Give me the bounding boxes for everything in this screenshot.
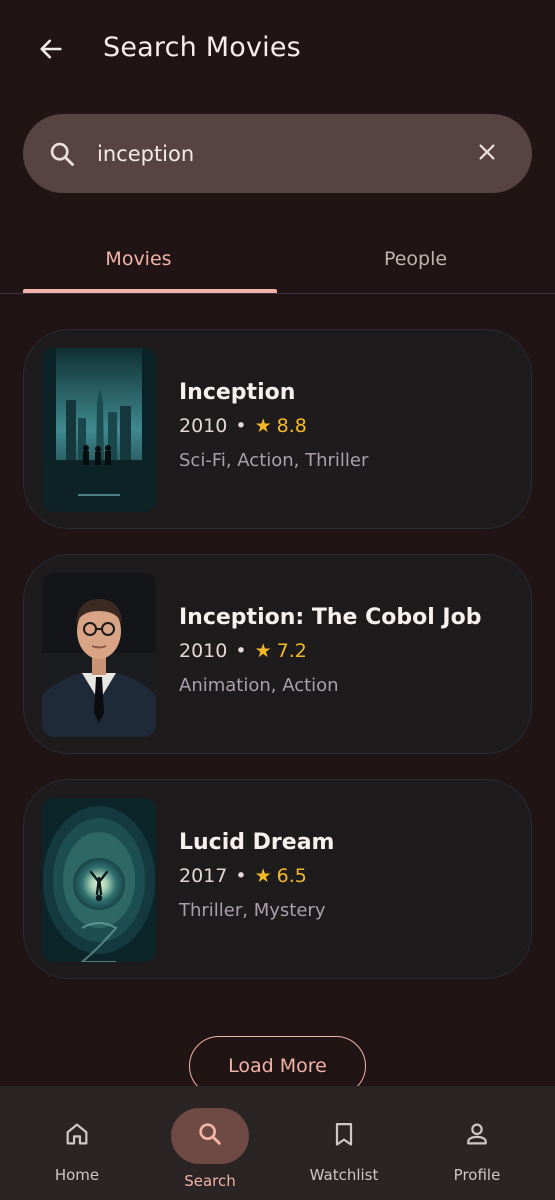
falling-figure-tunnel-poster — [42, 798, 156, 962]
clear-search-button[interactable] — [472, 139, 502, 169]
search-input[interactable] — [97, 132, 457, 176]
city-silhouette-poster — [42, 348, 156, 512]
nav-profile[interactable]: Profile — [408, 1086, 546, 1200]
nav-label: Watchlist — [309, 1166, 379, 1184]
nav-label: Profile — [453, 1166, 501, 1184]
movie-rating: 7.2 — [276, 640, 307, 662]
search-bar — [23, 114, 532, 193]
nav-icon-container — [305, 1108, 383, 1164]
movie-title: Inception — [179, 380, 296, 405]
active-tab-indicator — [23, 289, 277, 293]
movie-card-lucid-dream[interactable]: Lucid Dream 2017 • ★ 6.5 Thriller, Myste… — [23, 779, 532, 979]
nav-search[interactable]: Search — [141, 1086, 279, 1200]
movie-genres: Thriller, Mystery — [179, 900, 326, 921]
movie-card-inception[interactable]: Inception 2010 • ★ 8.8 Sci-Fi, Action, T… — [23, 329, 532, 529]
back-button[interactable] — [30, 30, 72, 72]
nav-label: Search — [184, 1172, 236, 1190]
bottom-navigation: Home Search Watchlist Profile — [0, 1086, 555, 1200]
movie-meta: 2017 • ★ 6.5 — [179, 865, 334, 887]
home-icon — [63, 1120, 91, 1152]
nav-icon-container — [171, 1108, 249, 1164]
movie-info: Lucid Dream 2017 • ★ 6.5 Thriller, Myste… — [179, 830, 334, 921]
separator-dot: • — [235, 865, 247, 887]
movie-year: 2010 — [179, 640, 228, 662]
movie-info: Inception 2010 • ★ 8.8 Sci-Fi, Action, T… — [179, 380, 368, 471]
separator-dot: • — [235, 640, 247, 662]
arrow-left-icon — [37, 35, 65, 67]
movie-meta: 2010 • ★ 7.2 — [179, 640, 481, 662]
star-icon: ★ — [254, 640, 272, 662]
search-icon — [48, 140, 76, 168]
tab-movies-label: Movies — [105, 247, 172, 270]
bookmark-icon — [330, 1120, 358, 1152]
nav-icon-container — [38, 1108, 116, 1164]
nav-label: Home — [54, 1166, 100, 1184]
man-portrait-poster — [42, 573, 156, 737]
movie-genres: Sci-Fi, Action, Thriller — [179, 450, 369, 471]
search-tabs: Movies People — [0, 224, 555, 294]
close-icon — [476, 141, 498, 167]
star-icon: ★ — [254, 865, 272, 887]
tab-people[interactable]: People — [277, 224, 554, 293]
movie-title: Inception: The Cobol Job — [179, 605, 482, 630]
movie-card-cobol-job[interactable]: Inception: The Cobol Job 2010 • ★ 7.2 An… — [23, 554, 532, 754]
search-movies-screen: Search Movies Movies People — [0, 0, 555, 1200]
tab-people-label: People — [383, 247, 448, 270]
nav-icon-container — [438, 1108, 516, 1164]
movie-meta: 2010 • ★ 8.8 — [179, 415, 368, 437]
star-icon: ★ — [254, 415, 272, 437]
separator-dot: • — [235, 415, 247, 437]
movie-year: 2010 — [179, 415, 228, 437]
top-app-bar: Search Movies — [0, 0, 555, 104]
movie-year: 2017 — [179, 865, 228, 887]
movie-title: Lucid Dream — [179, 830, 335, 855]
search-icon — [196, 1120, 224, 1152]
movie-info: Inception: The Cobol Job 2010 • ★ 7.2 An… — [179, 605, 481, 696]
person-icon — [463, 1120, 491, 1152]
nav-home[interactable]: Home — [8, 1086, 146, 1200]
tab-movies[interactable]: Movies — [0, 224, 277, 293]
movie-genres: Animation, Action — [179, 675, 339, 696]
page-title: Search Movies — [103, 32, 301, 63]
nav-watchlist[interactable]: Watchlist — [275, 1086, 413, 1200]
movie-rating: 6.5 — [276, 865, 307, 887]
movie-rating: 8.8 — [276, 415, 307, 437]
